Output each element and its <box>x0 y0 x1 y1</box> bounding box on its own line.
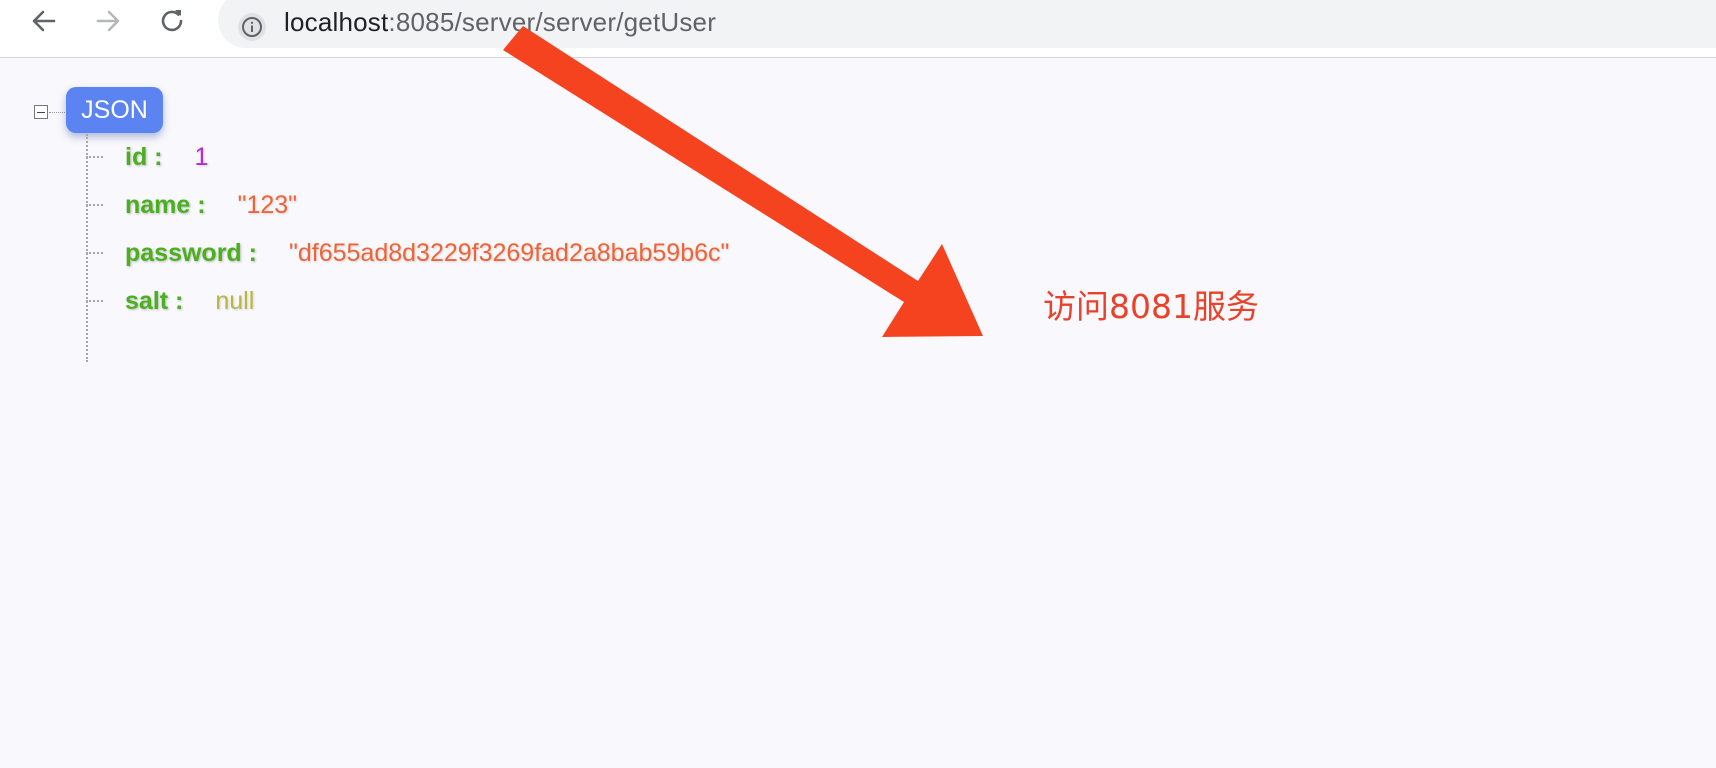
annotation-arrow <box>503 26 983 337</box>
annotation-label: 访问8081服务 <box>1043 287 1259 326</box>
